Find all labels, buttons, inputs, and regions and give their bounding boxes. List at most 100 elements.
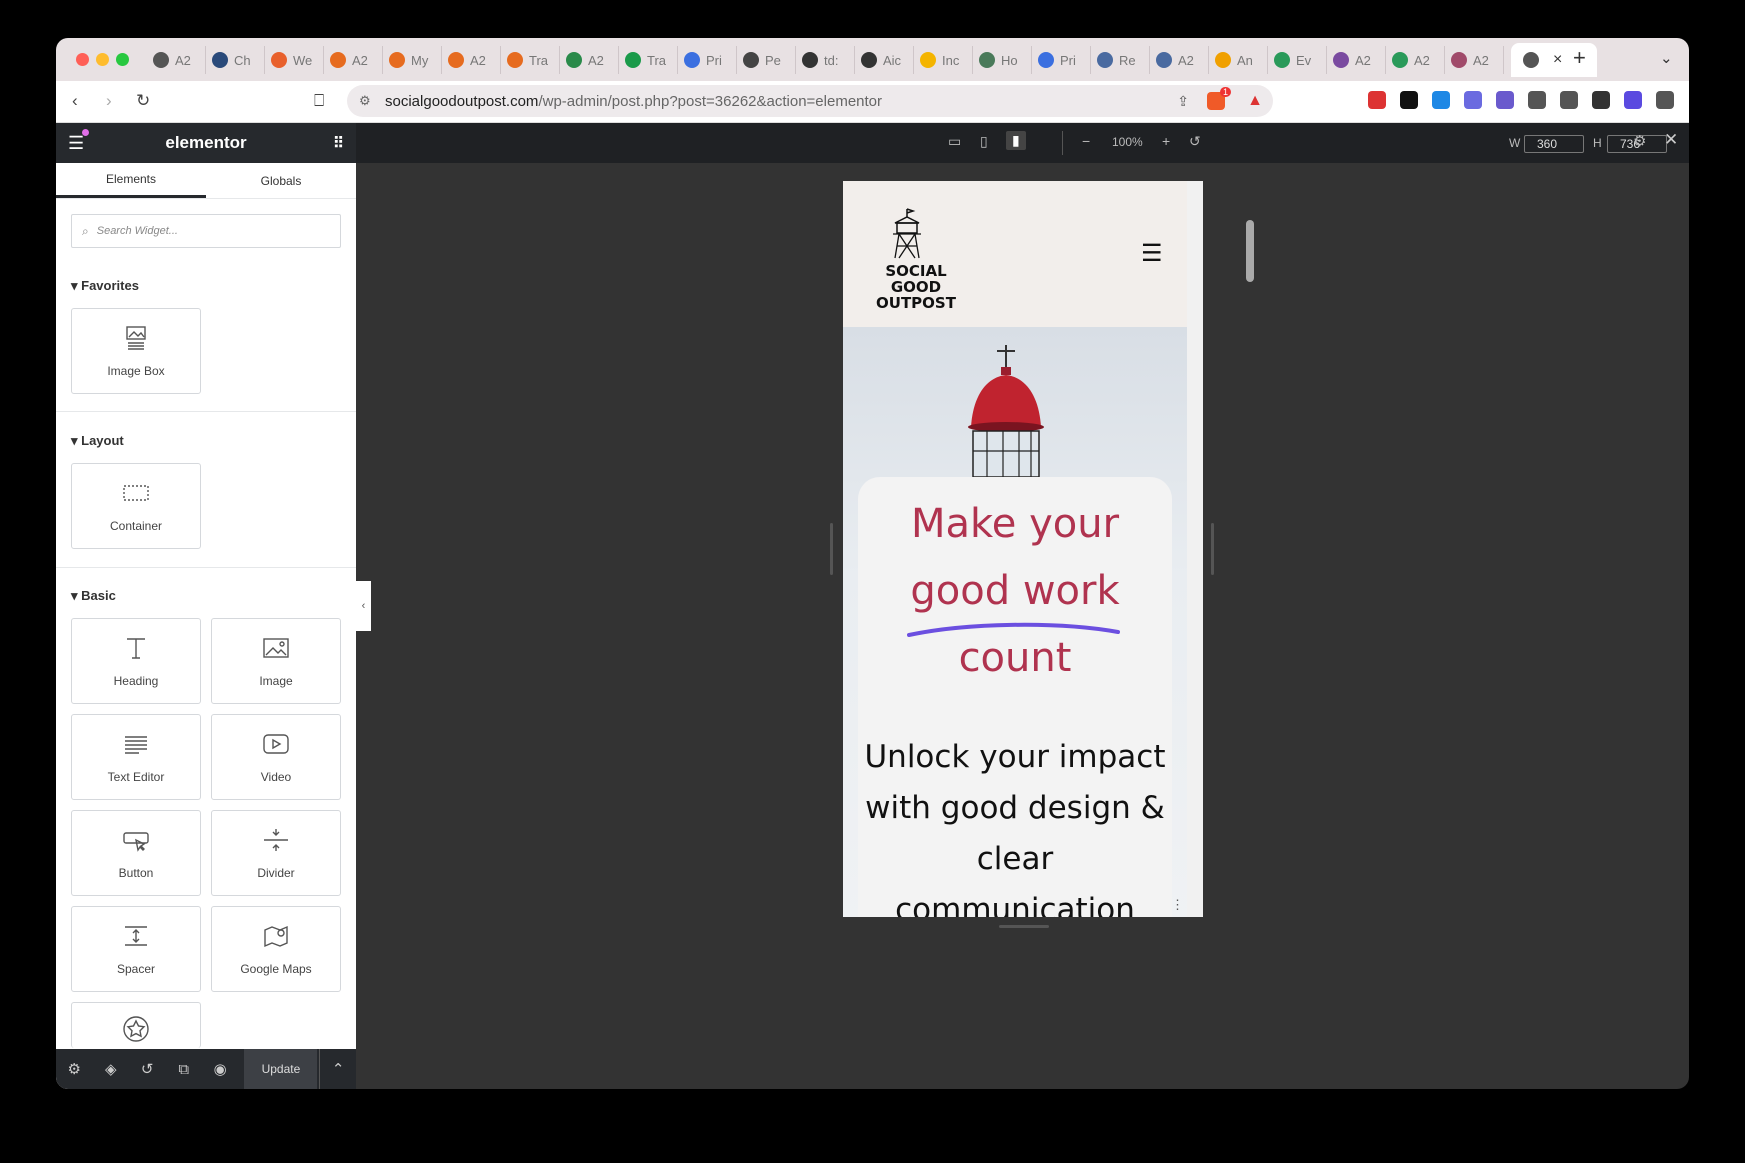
update-options-chevron-icon[interactable]: ⌃	[319, 1049, 356, 1089]
search-widget-input[interactable]: ⌕ Search Widget...	[71, 214, 341, 248]
panel-collapse-toggle[interactable]: ‹	[356, 581, 371, 631]
site-settings-icon[interactable]: ⚙	[359, 93, 371, 109]
browser-tab[interactable]: Inc	[914, 46, 973, 74]
widget-label: Video	[260, 770, 292, 784]
preview-scrollbar-track[interactable]	[1187, 181, 1203, 917]
extension-icon[interactable]	[1496, 91, 1514, 109]
widget-container[interactable]: Container	[71, 463, 201, 549]
browser-tab[interactable]: Tra	[501, 46, 560, 74]
tablet-icon[interactable]: ▯	[980, 133, 988, 150]
zoom-out-icon[interactable]: −	[1082, 133, 1090, 149]
browser-tab[interactable]: Pe	[737, 46, 796, 74]
navigator-layers-icon[interactable]: ◈	[92, 1049, 128, 1089]
tab-favicon-icon	[1215, 52, 1231, 68]
tab-title: Aic	[883, 52, 902, 68]
zoom-in-icon[interactable]: +	[1162, 133, 1170, 149]
browser-tab[interactable]: Ch	[206, 46, 265, 74]
mobile-icon[interactable]: ▮	[1006, 131, 1026, 150]
close-responsive-icon[interactable]: ✕	[1664, 130, 1678, 150]
section-favorites[interactable]: ▾ Favorites	[71, 278, 139, 294]
close-window-button[interactable]	[76, 53, 89, 66]
puzzle-icon[interactable]	[1528, 91, 1546, 109]
section-layout[interactable]: ▾ Layout	[71, 433, 124, 449]
extension-icon[interactable]	[1432, 91, 1450, 109]
extension-icon[interactable]	[1400, 91, 1418, 109]
browser-tab[interactable]: td:	[796, 46, 855, 74]
widget-button[interactable]: Button	[71, 810, 201, 896]
bookmark-icon[interactable]: ⎕	[314, 92, 324, 109]
widgets-grid-icon[interactable]: ⠿	[333, 134, 344, 152]
browser-tab[interactable]: A2	[147, 46, 206, 74]
widget-image-box[interactable]: Image Box	[71, 308, 201, 394]
browser-tab[interactable]: My	[383, 46, 442, 74]
browser-tab[interactable]: A2	[442, 46, 501, 74]
address-bar[interactable]: ⚙ socialgoodoutpost.com/wp-admin/post.ph…	[347, 85, 1273, 117]
browser-menu-icon[interactable]	[1656, 91, 1674, 109]
right-resize-handle[interactable]	[1211, 523, 1214, 575]
history-icon[interactable]: ↺	[129, 1049, 165, 1089]
music-icon[interactable]	[1560, 91, 1578, 109]
divider-icon	[264, 829, 288, 851]
sidebar-icon[interactable]	[1592, 91, 1610, 109]
responsive-mode-icon[interactable]: ⧉	[165, 1049, 201, 1089]
panel-header: ☰ elementor ⠿	[56, 123, 356, 163]
zoom-window-button[interactable]	[116, 53, 129, 66]
widget-text-editor[interactable]: Text Editor	[71, 714, 201, 800]
preview-scrollbar-thumb[interactable]	[1246, 220, 1254, 282]
desktop-icon[interactable]: ▭	[948, 133, 961, 150]
responsive-settings-gear-icon[interactable]: ⚙	[1633, 132, 1646, 150]
hamburger-menu-icon[interactable]: ☰	[1141, 239, 1163, 268]
widget-spacer[interactable]: Spacer	[71, 906, 201, 992]
browser-tab[interactable]: Ho	[973, 46, 1032, 74]
minimize-window-button[interactable]	[96, 53, 109, 66]
extension-icon[interactable]	[1464, 91, 1482, 109]
widget-image[interactable]: Image	[211, 618, 341, 704]
reload-icon[interactable]: ↻	[136, 92, 150, 109]
forward-icon[interactable]: ›	[106, 92, 112, 109]
widget-video[interactable]: Video	[211, 714, 341, 800]
widget-label: Button	[118, 866, 154, 880]
gmail-icon[interactable]	[1368, 91, 1386, 109]
width-input[interactable]: 360	[1524, 135, 1584, 153]
update-button[interactable]: Update	[244, 1049, 318, 1089]
browser-tab[interactable]: Re	[1091, 46, 1150, 74]
close-tab-button[interactable]: ×	[1553, 51, 1562, 69]
tab-title: Re	[1119, 52, 1136, 68]
tab-globals[interactable]: Globals	[206, 163, 356, 198]
browser-tab[interactable]: Pri	[1032, 46, 1091, 74]
settings-gear-icon[interactable]: ⚙	[56, 1049, 92, 1089]
tab-list-chevron-icon[interactable]: ⌄	[1660, 49, 1673, 67]
browser-tab[interactable]: An	[1209, 46, 1268, 74]
browser-tab[interactable]: Pri	[678, 46, 737, 74]
new-tab-button[interactable]: +	[1573, 45, 1586, 71]
browser-tab[interactable]: A2	[1445, 46, 1504, 74]
subhead-line-1: Unlock your impact	[864, 739, 1166, 775]
bottom-resize-handle[interactable]	[999, 925, 1049, 928]
tab-elements[interactable]: Elements	[56, 163, 206, 198]
widget-icon[interactable]	[71, 1002, 201, 1048]
section-basic[interactable]: ▾ Basic	[71, 588, 116, 604]
resize-grip-icon[interactable]: ⋮	[1171, 897, 1184, 913]
profile-avatar[interactable]	[1624, 91, 1642, 109]
browser-tab[interactable]: A2	[1386, 46, 1445, 74]
browser-tab[interactable]: Ev	[1268, 46, 1327, 74]
tab-favicon-icon	[212, 52, 228, 68]
widget-heading[interactable]: Heading	[71, 618, 201, 704]
browser-tab[interactable]: We	[265, 46, 324, 74]
preview-eye-icon[interactable]: ◉	[202, 1049, 238, 1089]
widget-divider[interactable]: Divider	[211, 810, 341, 896]
widget-google-maps[interactable]: Google Maps	[211, 906, 341, 992]
menu-icon[interactable]: ☰	[68, 133, 84, 154]
tab-favicon-icon	[743, 52, 759, 68]
reset-zoom-icon[interactable]: ↺	[1189, 133, 1201, 150]
brave-rewards-icon[interactable]: ▲	[1247, 92, 1263, 110]
share-icon[interactable]: ⇪	[1177, 93, 1189, 110]
browser-tab[interactable]: A2	[1150, 46, 1209, 74]
browser-tab[interactable]: A2	[1327, 46, 1386, 74]
browser-tab[interactable]: A2	[560, 46, 619, 74]
left-resize-handle[interactable]	[830, 523, 833, 575]
back-icon[interactable]: ‹	[72, 92, 78, 109]
browser-tab[interactable]: A2	[324, 46, 383, 74]
browser-tab[interactable]: Aic	[855, 46, 914, 74]
browser-tab[interactable]: Tra	[619, 46, 678, 74]
